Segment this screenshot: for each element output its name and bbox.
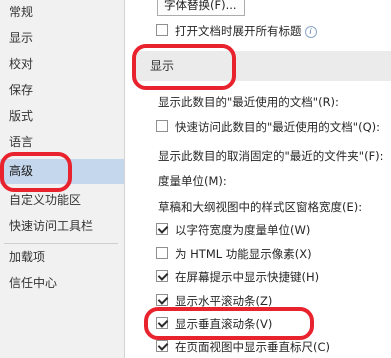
- options-nav-pane: 常规 显示 校对 保存 版式 语言 高级 自定义功能区 快速访问工具栏 加载项 …: [0, 0, 125, 358]
- nav-item-customize-ribbon[interactable]: 自定义功能区: [0, 188, 124, 213]
- html-pixels-checkbox[interactable]: [156, 247, 168, 259]
- expand-headings-label: 打开文档时展开所有标题: [175, 24, 302, 38]
- nav-item-general[interactable]: 常规: [0, 0, 124, 25]
- quick-access-recent-label: 快速访问此数目的"最近使用的文档"(Q):: [175, 120, 380, 134]
- measurement-units-label: 度量单位(M):: [158, 174, 227, 188]
- style-area-width-label: 草稿和大纲视图中的样式区窗格宽度(E):: [158, 200, 363, 214]
- expand-headings-checkbox[interactable]: [156, 24, 168, 36]
- vertical-ruler-checkbox[interactable]: [156, 340, 168, 352]
- html-pixels-label: 为 HTML 功能显示像素(X): [175, 247, 312, 261]
- nav-item-trust-center[interactable]: 信任中心: [0, 271, 124, 296]
- info-icon: i: [304, 26, 317, 38]
- horizontal-scrollbar-checkbox[interactable]: [156, 294, 168, 306]
- nav-item-add-ins[interactable]: 加载项: [0, 245, 124, 270]
- nav-item-layout[interactable]: 版式: [0, 104, 124, 129]
- nav-item-quick-access-toolbar[interactable]: 快速访问工具栏: [0, 214, 124, 239]
- display-section-header: 显示: [135, 51, 391, 81]
- vertical-scrollbar-label: 显示垂直滚动条(V): [175, 317, 273, 331]
- unpinned-folders-label: 显示此数目的取消固定的"最近的文件夹"(F):: [158, 149, 384, 163]
- nav-item-advanced[interactable]: 高级: [0, 159, 124, 184]
- quick-access-recent-checkbox[interactable]: [156, 120, 168, 132]
- char-width-units-label: 以字符宽度为度量单位(W): [175, 223, 311, 237]
- nav-item-language[interactable]: 语言: [0, 130, 124, 155]
- nav-item-display[interactable]: 显示: [0, 26, 124, 51]
- nav-divider: [4, 243, 118, 244]
- horizontal-scrollbar-label: 显示水平滚动条(Z): [175, 294, 273, 308]
- nav-item-save[interactable]: 保存: [0, 78, 124, 103]
- font-substitution-button[interactable]: 字体替换(F)...: [157, 0, 245, 16]
- nav-item-proofing[interactable]: 校对: [0, 52, 124, 77]
- vertical-scrollbar-checkbox[interactable]: [156, 317, 168, 329]
- advanced-options-content: 字体替换(F)... 打开文档时展开所有标题 i 显示 显示此数目的"最近使用的文…: [125, 0, 391, 358]
- vertical-ruler-label: 在页面视图中显示垂直标尺(C): [175, 340, 331, 354]
- screentip-shortcuts-checkbox[interactable]: [156, 270, 168, 282]
- recent-docs-label: 显示此数目的"最近使用的文档"(R):: [158, 95, 339, 109]
- char-width-units-checkbox[interactable]: [156, 223, 168, 235]
- screentip-shortcuts-label: 在屏幕提示中显示快捷键(H): [175, 270, 320, 284]
